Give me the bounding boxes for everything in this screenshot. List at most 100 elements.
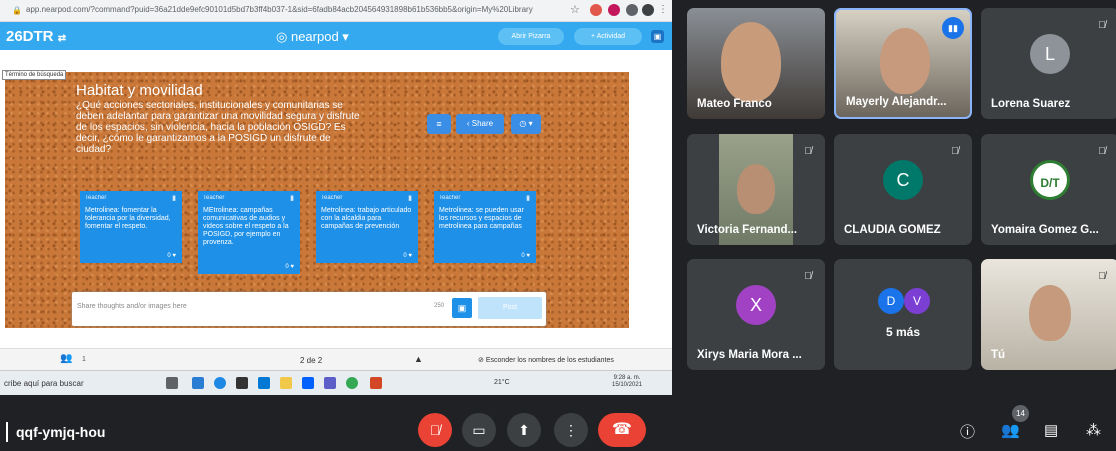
- note-text: Metrolinea: trabajo articulado con la al…: [321, 207, 412, 230]
- store-icon[interactable]: [236, 377, 248, 389]
- lock-icon: 🔒: [12, 6, 22, 15]
- presenter-bar: 👥 1 2 de 2 ▲ ⊘ Esconder los nombres de l…: [0, 348, 672, 370]
- star-icon[interactable]: ☆: [570, 4, 582, 16]
- open-board-button[interactable]: Abrir Pizarra: [498, 28, 564, 45]
- chat-icon[interactable]: ▣: [651, 30, 664, 43]
- page-indicator: 2 de 2: [300, 356, 323, 365]
- url-text[interactable]: app.nearpod.com/?command?puid=36a21dde9e…: [26, 5, 546, 14]
- chrome-icon[interactable]: [346, 377, 358, 389]
- more-participants-tile[interactable]: D V 5 más: [834, 259, 972, 370]
- participant-tile[interactable]: 🎙̸ X Xirys Maria Mora ...: [687, 259, 825, 370]
- extension-icon[interactable]: [590, 4, 602, 16]
- activities-icon[interactable]: ⁂: [1086, 421, 1101, 439]
- note-card[interactable]: Teacher ▮ Metrolinea: se pueden usar los…: [434, 191, 536, 263]
- sort-button[interactable]: ≡: [427, 114, 451, 134]
- menu-icon[interactable]: ⋮: [658, 4, 670, 16]
- divider: [6, 422, 8, 442]
- note-card[interactable]: Teacher ▮ MEtrolinea: campañas comunicat…: [198, 191, 300, 274]
- dropbox-icon[interactable]: [302, 377, 314, 389]
- timer-button[interactable]: ◷ ▾: [511, 114, 541, 134]
- note-text: MEtrolinea: campañas comunicativas de au…: [203, 207, 289, 246]
- note-card[interactable]: Teacher ▮ Metrolinea: fomentar la tolera…: [80, 191, 182, 263]
- nearpod-header: 26DTR ⇄ ◎ nearpod ▾ Abrir Pizarra + Acti…: [0, 22, 672, 50]
- chevron-up-icon[interactable]: ▲: [414, 354, 423, 364]
- participant-name: Tú: [991, 349, 1006, 361]
- trash-icon[interactable]: ▮: [172, 194, 176, 202]
- like-count[interactable]: 0 ♥: [403, 253, 412, 259]
- taskbar-clock[interactable]: 9:28 a. m. 15/10/2021: [612, 375, 642, 389]
- chat-icon[interactable]: ▤: [1044, 421, 1058, 439]
- leave-call-button[interactable]: ☎: [598, 413, 646, 447]
- puzzle-icon[interactable]: [626, 4, 638, 16]
- profile-icon[interactable]: [642, 4, 654, 16]
- participant-video: [721, 22, 781, 102]
- participant-tile[interactable]: 🎙̸ D/T Yomaira Gomez G...: [981, 134, 1116, 245]
- people-icon[interactable]: 👥: [1001, 421, 1020, 439]
- add-activity-button[interactable]: + Actividad: [574, 28, 642, 45]
- speaking-icon: ▮▮: [942, 17, 964, 39]
- more-count: 5 más: [885, 325, 921, 339]
- participant-tile[interactable]: 🎙̸ L Lorena Suarez: [981, 8, 1116, 119]
- info-icon[interactable]: ⓘ: [960, 421, 975, 442]
- participant-name: Mayerly Alejandr...: [846, 96, 947, 108]
- note-author: Teacher: [439, 195, 461, 201]
- taskbar-search[interactable]: cribe aquí para buscar: [4, 379, 84, 388]
- post-button[interactable]: Post: [478, 297, 542, 319]
- trash-icon[interactable]: ▮: [408, 194, 412, 202]
- search-tooltip: Término de búsqueda: [2, 70, 67, 80]
- composer-input[interactable]: Share thoughts and/or images here: [77, 303, 187, 310]
- weather-widget[interactable]: 21°C: [494, 379, 510, 386]
- participant-name: CLAUDIA GOMEZ: [844, 224, 941, 236]
- participants-count: 1: [82, 356, 86, 363]
- participants-icon[interactable]: 👥: [60, 353, 72, 364]
- present-icon: ⬆: [518, 422, 530, 438]
- nearpod-logo[interactable]: ◎ nearpod ▾: [276, 29, 349, 45]
- share-button[interactable]: ‹ Share: [456, 114, 504, 134]
- more-vert-icon: ⋮: [564, 422, 578, 438]
- participant-name: Victoria Fernand...: [697, 224, 798, 236]
- participant-name: Lorena Suarez: [991, 98, 1071, 110]
- app-icon[interactable]: [192, 377, 204, 389]
- participant-tile[interactable]: 🎙̸ Victoria Fernand...: [687, 134, 825, 245]
- mic-off-icon: 🎙̸: [429, 422, 441, 438]
- note-text: Metrolinea: se pueden usar los recursos …: [439, 207, 524, 230]
- participant-count-badge: 14: [1012, 405, 1029, 422]
- avatar: C: [883, 159, 923, 200]
- avatar: L: [1030, 33, 1070, 74]
- post-composer[interactable]: Share thoughts and/or images here 250 ▣ …: [72, 292, 546, 326]
- trash-icon[interactable]: ▮: [526, 194, 530, 202]
- trash-icon[interactable]: ▮: [290, 194, 294, 202]
- note-card[interactable]: Teacher ▮ Metrolinea: trabajo articulado…: [316, 191, 418, 263]
- mic-off-icon: 🎙̸: [804, 271, 812, 282]
- more-options-button[interactable]: ⋮: [554, 413, 588, 447]
- like-count[interactable]: 0 ♥: [285, 264, 294, 270]
- extension-icon[interactable]: [608, 4, 620, 16]
- like-count[interactable]: 0 ♥: [521, 253, 530, 259]
- mic-off-icon: 🎙̸: [1098, 20, 1106, 31]
- powerpoint-icon[interactable]: [370, 377, 382, 389]
- teams-icon[interactable]: [324, 377, 336, 389]
- participant-name: Yomaira Gomez G...: [991, 224, 1099, 236]
- participant-tile[interactable]: ▮▮ Mayerly Alejandr...: [834, 8, 972, 119]
- participant-tile[interactable]: Mateo Franco: [687, 8, 825, 119]
- mic-off-button[interactable]: 🎙̸: [418, 413, 452, 447]
- edge-icon[interactable]: [214, 377, 226, 389]
- mic-off-icon: 🎙̸: [1098, 146, 1106, 157]
- participant-tile[interactable]: 🎙̸ Tú: [981, 259, 1116, 370]
- participant-tile[interactable]: 🎙̸ C CLAUDIA GOMEZ: [834, 134, 972, 245]
- like-count[interactable]: 0 ♥: [167, 253, 176, 259]
- browser-url-bar[interactable]: 🔒 app.nearpod.com/?command?puid=36a21dde…: [0, 0, 672, 22]
- hide-names-toggle[interactable]: ⊘ Esconder los nombres de los estudiante…: [478, 356, 614, 364]
- phone-hangup-icon: ☎: [612, 421, 632, 438]
- taskview-icon[interactable]: [166, 377, 178, 389]
- folder-icon[interactable]: [280, 377, 292, 389]
- camera-button[interactable]: ▭: [462, 413, 496, 447]
- mail-icon[interactable]: [258, 377, 270, 389]
- board-question: ¿Qué acciones sectoriales, institucional…: [76, 100, 360, 155]
- dt-logo: D/T: [1030, 159, 1070, 200]
- eye-off-icon: ⊘: [478, 357, 484, 364]
- image-upload-icon[interactable]: ▣: [452, 298, 472, 318]
- shared-screen: 🔒 app.nearpod.com/?command?puid=36a21dde…: [0, 0, 672, 395]
- avatar: X: [736, 284, 776, 325]
- present-button[interactable]: ⬆: [507, 413, 541, 447]
